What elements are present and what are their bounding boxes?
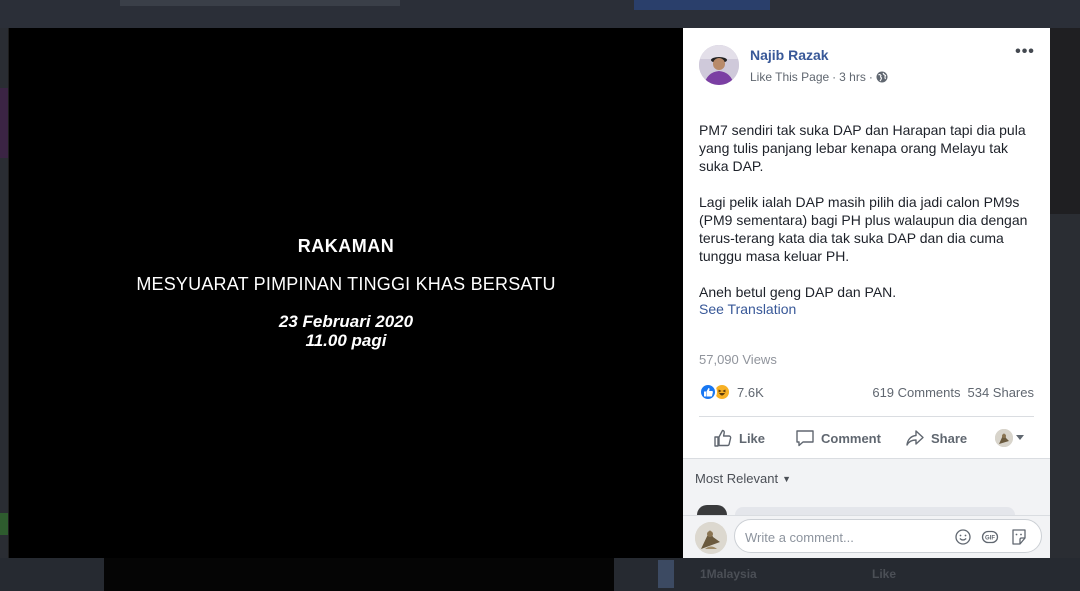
comments-count-link[interactable]: 619 Comments bbox=[872, 385, 960, 400]
thumbs-up-icon bbox=[714, 429, 732, 447]
background-thumbnail bbox=[658, 560, 674, 588]
post-meta: Like This Page · 3 hrs · bbox=[750, 70, 888, 84]
video-title: RAKAMAN bbox=[297, 236, 395, 256]
reaction-count[interactable]: 7.6K bbox=[737, 385, 764, 400]
background-next-video bbox=[104, 558, 614, 591]
comment-icon bbox=[796, 430, 814, 447]
comment-button[interactable]: Comment bbox=[795, 429, 881, 447]
background-right-edge bbox=[1050, 28, 1080, 558]
composer-avatar bbox=[695, 522, 727, 554]
comment-bubble bbox=[735, 507, 1015, 515]
chevron-down-icon bbox=[1016, 435, 1024, 440]
post-body: PM7 sendiri tak suka DAP dan Harapan tap… bbox=[699, 121, 1039, 319]
divider bbox=[699, 416, 1034, 417]
post-paragraph: Lagi pelik ialah DAP masih pilih dia jad… bbox=[699, 194, 1028, 264]
commenter-avatar[interactable] bbox=[697, 505, 727, 515]
comment-label: Comment bbox=[821, 430, 881, 446]
gif-icon[interactable]: GIF bbox=[981, 528, 999, 546]
video-time: 11.00 pagi bbox=[305, 331, 387, 350]
comments-section: Most Relevant ▼ GIF bbox=[683, 459, 1050, 558]
background-bottom-strip: 1Malaysia Like bbox=[0, 558, 1080, 591]
action-bar: Like Comment Share bbox=[699, 423, 1034, 453]
share-icon bbox=[906, 430, 924, 446]
comment-input[interactable] bbox=[745, 528, 935, 546]
background-left-green bbox=[0, 513, 8, 535]
share-button[interactable]: Share bbox=[905, 429, 967, 447]
background-like-label: Like bbox=[872, 567, 897, 581]
background-right-block bbox=[1050, 214, 1080, 558]
author-avatar[interactable] bbox=[699, 45, 739, 85]
background-left-purple bbox=[0, 88, 8, 158]
post-paragraph: Aneh betul geng DAP dan PAN. bbox=[699, 284, 897, 300]
reactions-summary[interactable]: 7.6K bbox=[699, 382, 764, 402]
video-subtitle: MESYUARAT PIMPINAN TINGGI KHAS BERSATU bbox=[136, 274, 556, 294]
globe-icon bbox=[876, 71, 888, 83]
caret-down-icon: ▼ bbox=[782, 473, 792, 484]
react-as-selector[interactable] bbox=[995, 429, 1024, 447]
sticker-icon[interactable] bbox=[1010, 528, 1028, 546]
background-left-edge bbox=[0, 28, 8, 558]
comment-composer[interactable]: GIF bbox=[734, 519, 1042, 553]
background-page-name: 1Malaysia bbox=[700, 567, 757, 581]
sort-label: Most Relevant bbox=[695, 471, 779, 486]
author-name[interactable]: Najib Razak bbox=[750, 47, 829, 63]
emoji-icon[interactable] bbox=[954, 528, 972, 546]
engagement-stats: 619 Comments 534 Shares bbox=[872, 385, 1034, 400]
post-time[interactable]: 3 hrs bbox=[839, 70, 866, 84]
profile-mini-avatar bbox=[995, 429, 1013, 447]
post-panel: Najib Razak Like This Page · 3 hrs · •••… bbox=[683, 28, 1050, 558]
comment-sort-dropdown[interactable]: Most Relevant ▼ bbox=[695, 471, 791, 486]
share-label: Share bbox=[931, 430, 968, 446]
more-options-button[interactable]: ••• bbox=[1013, 44, 1037, 63]
video-date: 23 Februari 2020 bbox=[278, 312, 414, 331]
view-count: 57,090 Views bbox=[699, 352, 777, 367]
like-reaction-icon bbox=[699, 383, 717, 401]
video-player[interactable]: RAKAMAN MESYUARAT PIMPINAN TINGGI KHAS B… bbox=[9, 28, 683, 558]
post-paragraph: PM7 sendiri tak suka DAP dan Harapan tap… bbox=[699, 122, 1026, 174]
meta-separator: · bbox=[832, 70, 837, 84]
like-label: Like bbox=[739, 430, 766, 446]
shares-count-link[interactable]: 534 Shares bbox=[968, 385, 1035, 400]
background-header-text bbox=[120, 0, 400, 6]
svg-text:GIF: GIF bbox=[985, 536, 995, 542]
meta-separator-2: · bbox=[868, 70, 873, 84]
background-blue-block bbox=[634, 0, 770, 10]
background-top-bar bbox=[0, 0, 1080, 28]
like-button[interactable]: Like bbox=[713, 429, 765, 447]
divider bbox=[683, 515, 1050, 516]
like-this-page-link[interactable]: Like This Page bbox=[750, 70, 829, 84]
see-translation-link[interactable]: See Translation bbox=[699, 301, 796, 317]
